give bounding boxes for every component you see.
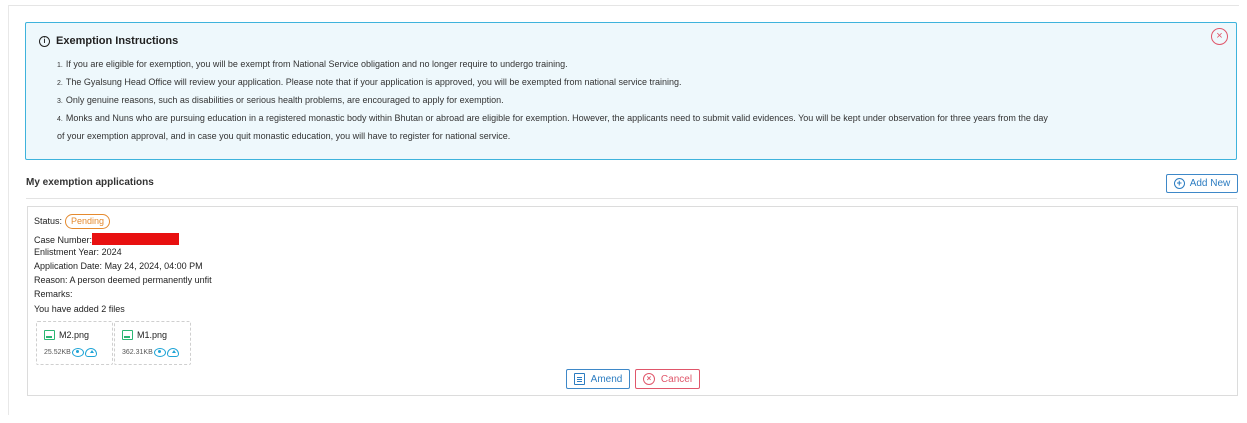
instructions-list: 1. If you are eligible for exemption, you…	[57, 56, 1224, 144]
application-card: Status: Pending Case Number: Enlistment Y…	[27, 206, 1238, 396]
case-number-label: Case Number:	[34, 235, 93, 245]
document-icon	[573, 373, 585, 385]
amend-button[interactable]: Amend	[566, 369, 630, 389]
instruction-item: 3. Only genuine reasons, such as disabili…	[57, 92, 1224, 110]
section-divider	[26, 198, 1237, 199]
image-file-icon	[44, 330, 55, 340]
left-divider	[8, 5, 9, 415]
instruction-text-continued: of your exemption approval, and in case …	[57, 131, 511, 141]
eye-icon[interactable]	[153, 348, 166, 357]
instruction-text: If you are eligible for exemption, you w…	[65, 59, 568, 69]
instruction-item: 4. Monks and Nuns who are pursuing educat…	[57, 110, 1224, 144]
file-name-row: M1.png	[122, 330, 167, 340]
status-row: Status: Pending	[34, 214, 111, 229]
add-new-label: Add New	[1189, 178, 1231, 189]
cloud-download-icon[interactable]	[166, 348, 179, 357]
file-size: 362.31KB	[122, 349, 153, 356]
remarks-row: Remarks:	[34, 289, 73, 299]
top-divider	[8, 5, 1239, 6]
application-date-label: Application Date:	[34, 261, 103, 271]
application-date-value: May 24, 2024, 04:00 PM	[104, 261, 203, 271]
amend-label: Amend	[590, 373, 623, 385]
instruction-text: Monks and Nuns who are pursuing educatio…	[65, 113, 1048, 123]
remarks-label: Remarks:	[34, 289, 73, 299]
enlistment-year-value: 2024	[101, 247, 122, 257]
status-badge: Pending	[65, 214, 111, 229]
reason-value: A person deemed permanently unfit	[69, 275, 212, 285]
file-size: 25.52KB	[44, 349, 71, 356]
instructions-title: i Exemption Instructions	[39, 35, 178, 47]
enlistment-year-row: Enlistment Year: 2024	[34, 247, 122, 257]
section-title: My exemption applications	[26, 177, 154, 188]
cancel-label: Cancel	[660, 373, 693, 385]
x-circle-icon: ×	[642, 373, 655, 385]
file-card[interactable]: M2.png 25.52KB	[36, 321, 113, 365]
file-meta-row: 25.52KB	[44, 348, 97, 357]
exemption-instructions-panel: i Exemption Instructions × 1. If you are …	[25, 22, 1237, 160]
enlistment-year-label: Enlistment Year:	[34, 247, 100, 257]
cancel-button[interactable]: × Cancel	[635, 369, 700, 389]
application-date-row: Application Date: May 24, 2024, 04:00 PM	[34, 261, 203, 271]
instruction-number: 1.	[57, 62, 63, 69]
file-name: M1.png	[137, 330, 168, 340]
image-file-icon	[122, 330, 133, 340]
case-number-row: Case Number:	[34, 233, 180, 245]
plus-circle-icon: +	[1173, 178, 1185, 189]
instruction-item: 2. The Gyalsung Head Office will review y…	[57, 74, 1224, 92]
instructions-title-text: Exemption Instructions	[56, 35, 179, 47]
info-icon: i	[39, 35, 50, 47]
instruction-item: 1. If you are eligible for exemption, you…	[57, 56, 1224, 74]
instruction-text: The Gyalsung Head Office will review you…	[65, 77, 682, 87]
cloud-download-icon[interactable]	[84, 348, 97, 357]
file-card[interactable]: M1.png 362.31KB	[114, 321, 191, 365]
instruction-number: 4.	[57, 116, 63, 123]
file-name-row: M2.png	[44, 330, 89, 340]
add-new-button[interactable]: + Add New	[1166, 174, 1238, 193]
status-label: Status:	[34, 216, 63, 226]
file-meta-row: 362.31KB	[122, 348, 179, 357]
reason-label: Reason:	[34, 275, 68, 285]
eye-icon[interactable]	[71, 348, 84, 357]
reason-row: Reason: A person deemed permanently unfi…	[34, 275, 212, 285]
instruction-text: Only genuine reasons, such as disabiliti…	[65, 95, 504, 105]
files-summary: You have added 2 files	[34, 304, 125, 314]
instruction-number: 2.	[57, 80, 63, 87]
close-icon[interactable]: ×	[1211, 28, 1228, 45]
instruction-number: 3.	[57, 98, 63, 105]
redacted-case-number	[92, 233, 180, 245]
file-name: M2.png	[59, 330, 90, 340]
